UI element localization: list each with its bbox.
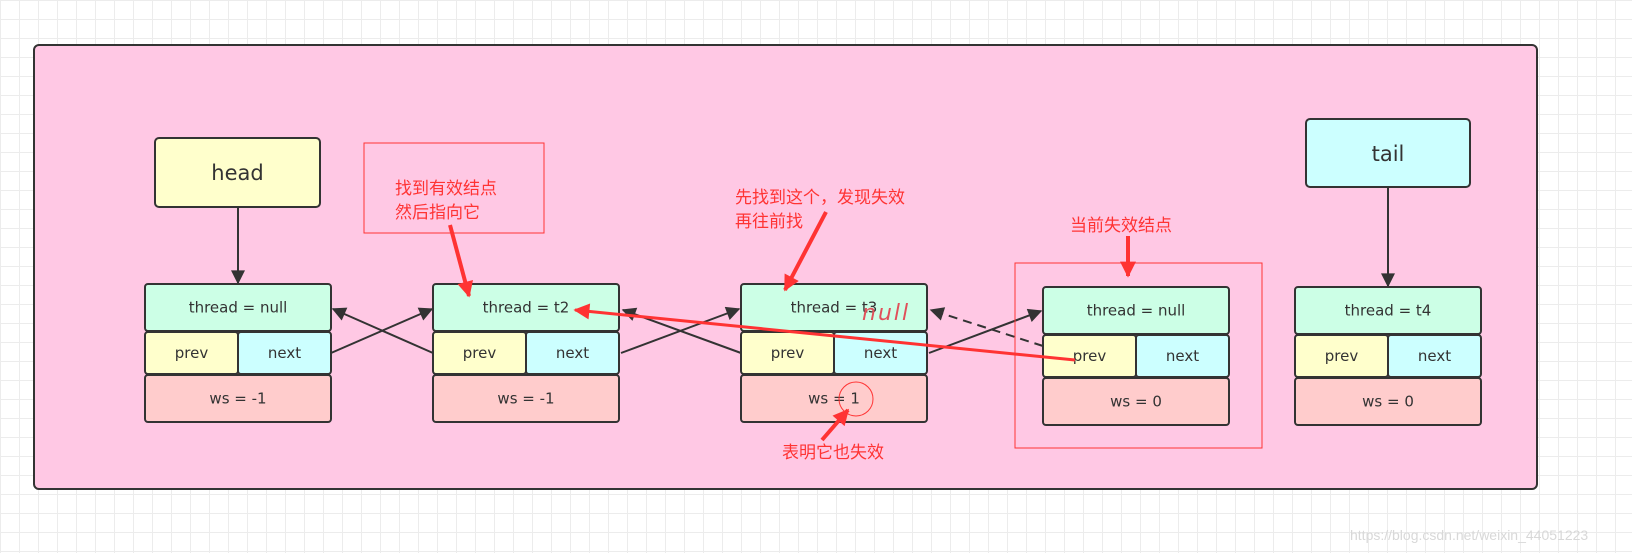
- annotation-current-invalid: 当前失效结点: [1070, 216, 1172, 236]
- node-ws-label: ws = -1: [497, 390, 554, 408]
- annotation-find-valid-line1: 找到有效结点: [395, 179, 497, 199]
- node-ws-label: ws = 0: [1362, 393, 1414, 411]
- node-prev-label: prev: [771, 344, 805, 362]
- annotation-find-first-line2: 再往前找: [735, 212, 803, 232]
- queue-node-4: thread = null prev next ws = 0: [1042, 286, 1230, 426]
- watermark: https://blog.csdn.net/weixin_44051223: [1350, 527, 1588, 543]
- queue-node-5: thread = t4 prev next ws = 0: [1294, 286, 1482, 426]
- node-ws-label: ws = -1: [209, 390, 266, 408]
- head-label: head: [211, 161, 263, 185]
- tail-box: tail: [1305, 118, 1471, 188]
- diagram: head tail thread = nullprev nextws = -1th…: [33, 44, 1588, 543]
- node-prev-label: prev: [1325, 347, 1359, 365]
- node-thread-label: thread = t4: [1345, 302, 1432, 320]
- handwritten-null: null: [862, 301, 910, 326]
- tail-label: tail: [1372, 142, 1405, 166]
- node-next-label: next: [1166, 347, 1199, 365]
- node-prev-label: prev: [175, 344, 209, 362]
- annotation-find-valid-line2: 然后指向它: [395, 203, 480, 223]
- node-thread-label: thread = null: [189, 299, 288, 317]
- queue-node-1: thread = null prev next ws = -1: [144, 283, 332, 423]
- annotation-find-first-line1: 先找到这个，发现失效: [735, 188, 905, 208]
- node-prev-label: prev: [1073, 347, 1107, 365]
- node-thread-label: thread = null: [1087, 302, 1186, 320]
- queue-node-2: thread = t2 prev next ws = -1: [432, 283, 620, 423]
- node-ws-label: ws = 1: [808, 390, 860, 408]
- head-box: head: [154, 137, 321, 208]
- node-next-label: next: [864, 344, 897, 362]
- node-prev-label: prev: [463, 344, 497, 362]
- node-ws-label: ws = 0: [1110, 393, 1162, 411]
- node-next-label: next: [556, 344, 589, 362]
- node-thread-label: thread = t2: [483, 299, 570, 317]
- annotation-also-invalid: 表明它也失效: [782, 443, 884, 463]
- node-next-label: next: [1418, 347, 1451, 365]
- node-next-label: next: [268, 344, 301, 362]
